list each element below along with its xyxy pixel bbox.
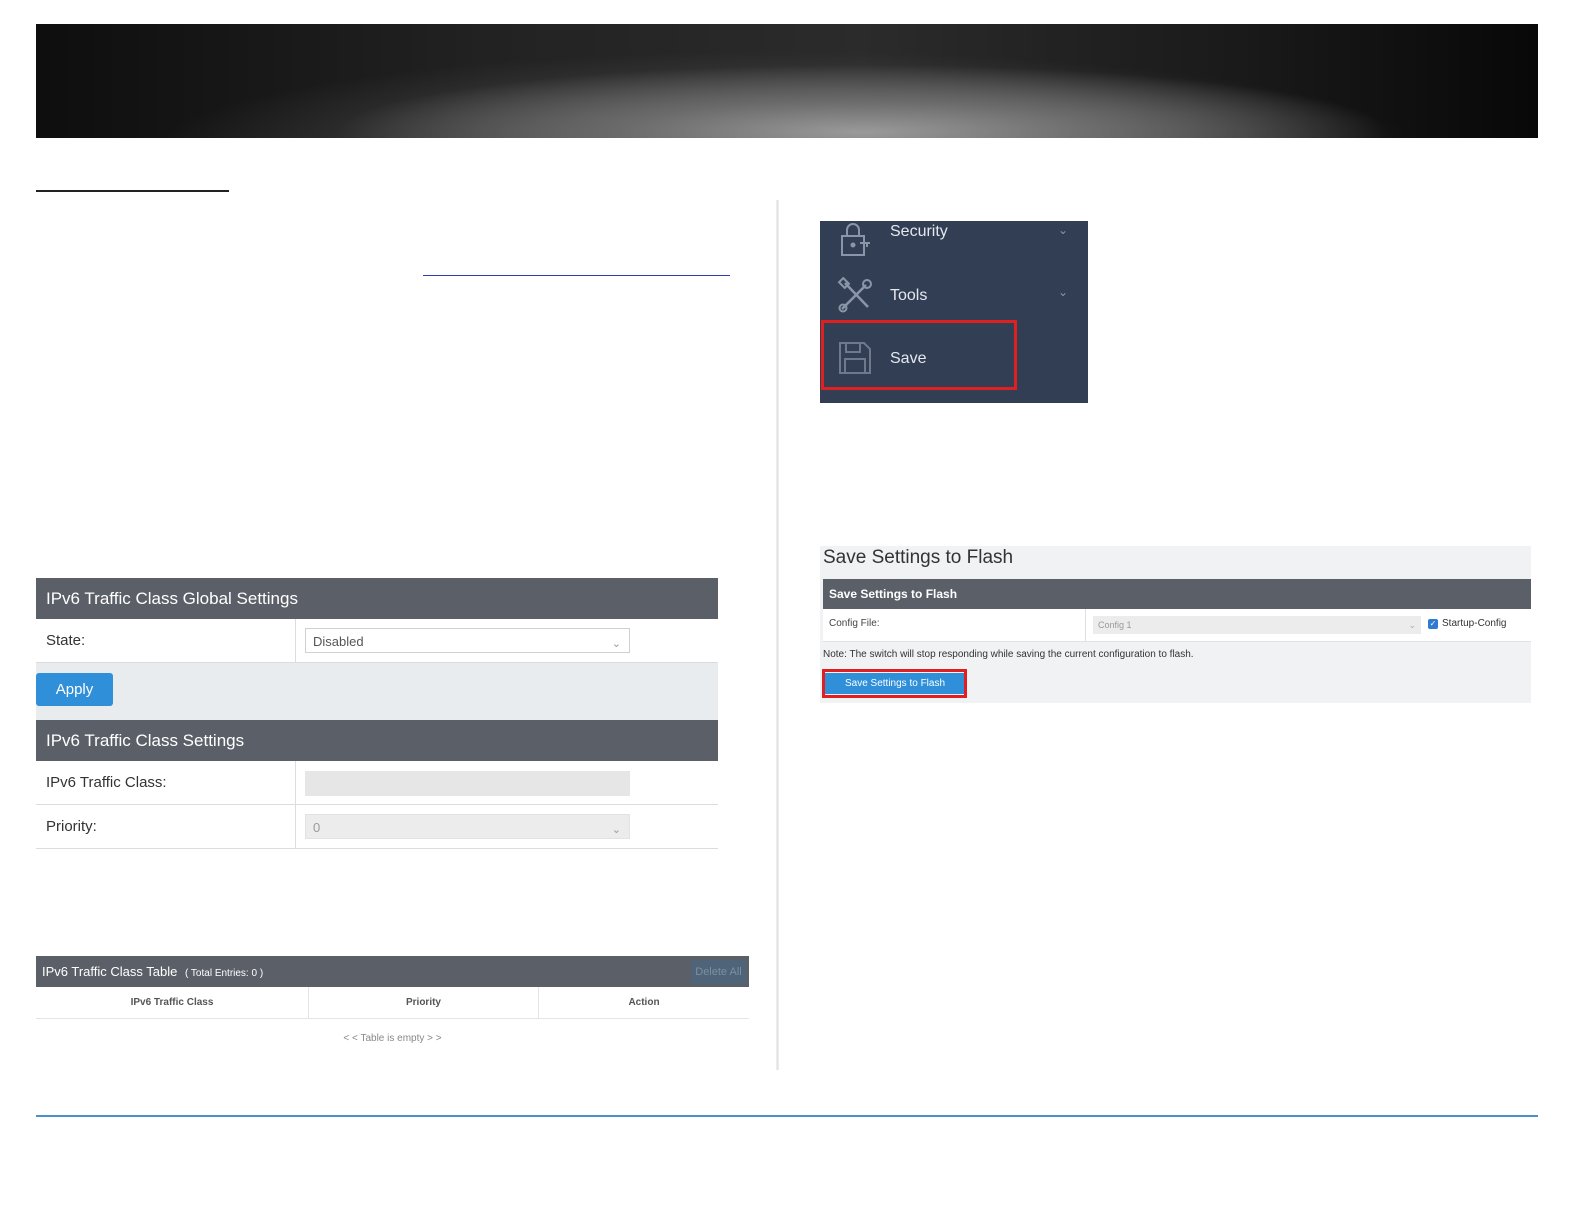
- priority-row: Priority: 0 ⌄: [36, 805, 718, 849]
- column-header-traffic-class: IPv6 Traffic Class: [36, 987, 309, 1018]
- save-settings-header: Save Settings to Flash: [823, 579, 1531, 609]
- traffic-class-input[interactable]: [305, 771, 630, 796]
- sidebar-item-label: Tools: [890, 287, 928, 304]
- row-divider: [1085, 609, 1086, 641]
- state-select[interactable]: Disabled ⌄: [305, 628, 630, 653]
- priority-select[interactable]: 0 ⌄: [305, 814, 630, 839]
- save-note: Note: The switch will stop responding wh…: [823, 649, 1194, 660]
- header-banner: [36, 24, 1538, 138]
- priority-select-value: 0: [313, 820, 321, 835]
- save-highlight-box: [821, 320, 1017, 390]
- table-header: IPv6 Traffic Class Table ( Total Entries…: [36, 956, 749, 987]
- table-empty-message: < < Table is empty > >: [343, 1033, 442, 1044]
- column-header-priority: Priority: [309, 987, 539, 1018]
- chevron-down-icon: ⌄: [611, 824, 621, 836]
- startup-config-checkbox[interactable]: ✓: [1428, 619, 1438, 629]
- traffic-class-row: IPv6 Traffic Class:: [36, 761, 718, 805]
- config-file-label: Config File:: [829, 618, 880, 629]
- table-title-text: IPv6 Traffic Class Table: [42, 964, 178, 979]
- ipv6-traffic-class-table: IPv6 Traffic Class Table ( Total Entries…: [36, 956, 749, 1044]
- section-underline: [36, 190, 229, 192]
- footer-rule: [36, 1115, 1538, 1117]
- traffic-class-settings-title: IPv6 Traffic Class Settings: [36, 720, 718, 761]
- table-columns: IPv6 Traffic Class Priority Action: [36, 987, 749, 1019]
- chevron-down-icon: ⌄: [1408, 620, 1416, 630]
- chevron-down-icon: ⌄: [611, 638, 621, 650]
- chevron-down-icon: ⌄: [1058, 223, 1069, 237]
- lock-icon: [841, 223, 870, 256]
- config-file-select[interactable]: Config 1 ⌄: [1093, 616, 1421, 634]
- table-total-entries: ( Total Entries: 0 ): [184, 968, 264, 979]
- sidebar-item-label: Security: [890, 223, 948, 240]
- column-divider: [776, 200, 779, 1070]
- state-select-value: Disabled: [313, 634, 364, 649]
- config-file-value: Config 1: [1098, 620, 1132, 630]
- traffic-class-label: IPv6 Traffic Class:: [36, 761, 296, 804]
- tools-icon: [837, 277, 872, 313]
- table-title: IPv6 Traffic Class Table ( Total Entries…: [42, 964, 263, 979]
- ipv6-traffic-class-global-settings: IPv6 Traffic Class Global Settings State…: [36, 578, 718, 849]
- delete-all-button[interactable]: Delete All: [691, 960, 746, 984]
- chevron-down-icon: ⌄: [1058, 285, 1069, 299]
- state-row: State: Disabled ⌄: [36, 619, 718, 663]
- startup-config-label: Startup-Config: [1442, 618, 1507, 629]
- priority-label: Priority:: [36, 805, 296, 848]
- apply-button[interactable]: Apply: [36, 673, 113, 706]
- page-title: Save Settings to Flash: [823, 547, 1014, 568]
- apply-bar: Apply: [36, 663, 718, 720]
- sidebar-item-security[interactable]: Security ⌄: [820, 221, 1088, 271]
- config-file-row: Config File: Config 1 ⌄ ✓ Startup-Config: [823, 609, 1531, 642]
- state-label: State:: [36, 619, 296, 662]
- column-header-action: Action: [628, 997, 660, 1008]
- global-settings-title: IPv6 Traffic Class Global Settings: [36, 578, 718, 619]
- hyperlink-underline: [423, 275, 730, 276]
- save-button-highlight-box: [822, 669, 967, 698]
